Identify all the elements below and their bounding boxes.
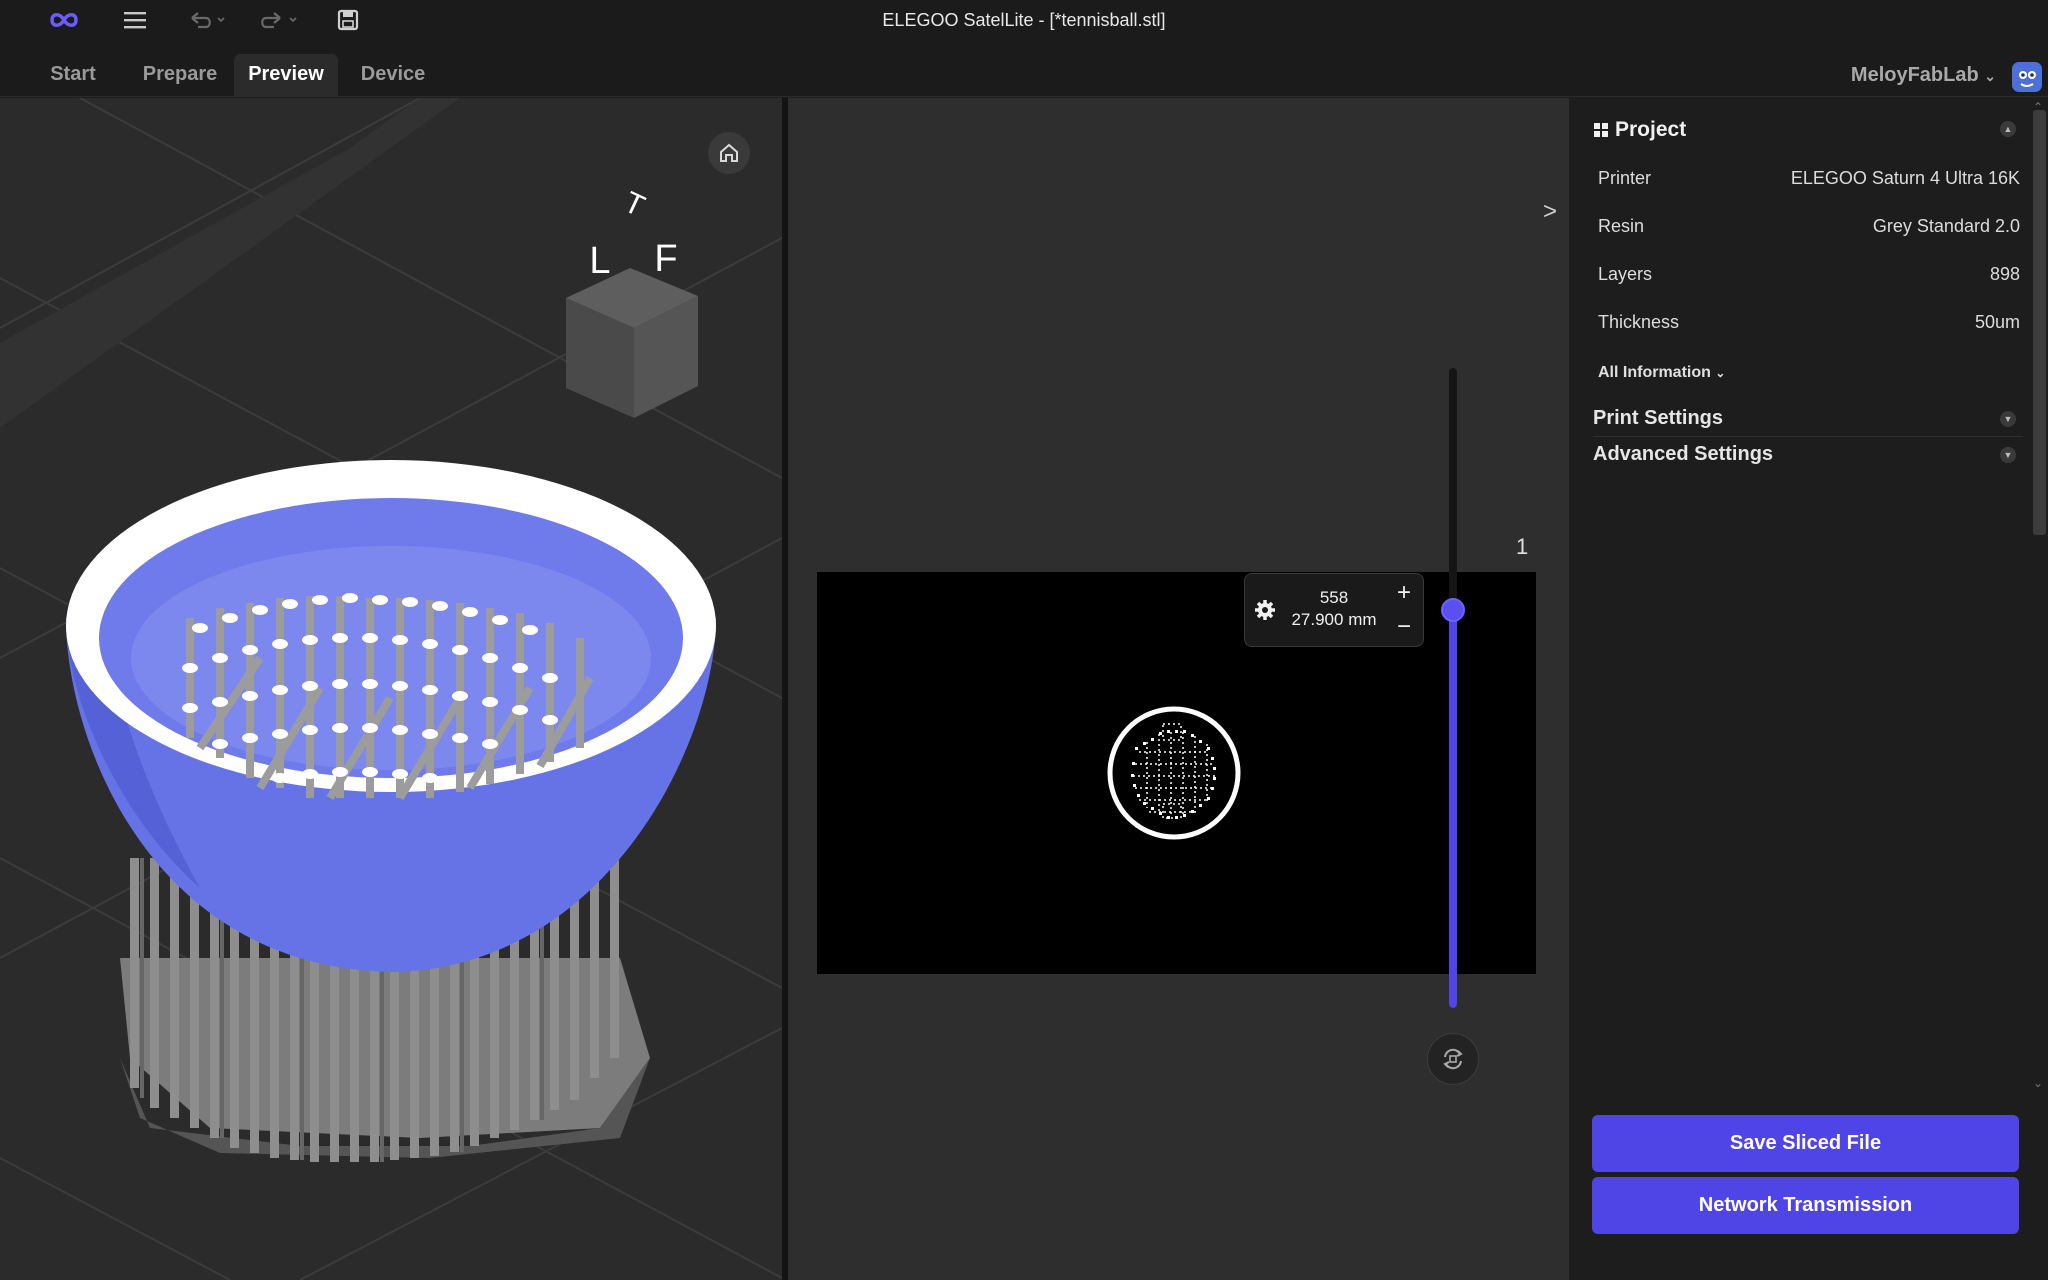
project-header[interactable]: Project bbox=[1593, 118, 1686, 142]
print-settings-header[interactable]: Print Settings bbox=[1593, 407, 1723, 430]
sync-view-button[interactable] bbox=[1427, 1033, 1479, 1085]
current-layer-height: 27.900 mm bbox=[1291, 610, 1377, 629]
scroll-down-icon[interactable]: ⌄ bbox=[2033, 1076, 2043, 1090]
current-layer-number: 558 bbox=[1319, 588, 1349, 607]
undo-icon[interactable] bbox=[184, 6, 228, 34]
layer-increment-button[interactable]: + bbox=[1393, 581, 1415, 605]
all-information-label: All Information bbox=[1598, 364, 1711, 381]
window-title: ELEGOO SatelLite - [*tennisball.stl] bbox=[882, 10, 1166, 30]
section-divider bbox=[1593, 436, 2023, 437]
collapse-project-icon[interactable]: ▲ bbox=[2000, 121, 2016, 137]
layer-decrement-button[interactable]: − bbox=[1393, 615, 1415, 639]
infinity-logo-icon[interactable] bbox=[44, 6, 84, 34]
info-row-resin: Resin Grey Standard 2.0 bbox=[1598, 216, 2020, 242]
model-viewport[interactable]: T L F bbox=[0, 98, 782, 1280]
cube-left-label: L bbox=[589, 240, 611, 282]
thickness-value: 50um bbox=[1974, 312, 2020, 332]
tab-bar: Start Prepare Preview Device bbox=[0, 40, 2048, 97]
layer-slider-fill bbox=[1449, 610, 1457, 1008]
network-transmission-button[interactable]: Network Transmission bbox=[1592, 1177, 2019, 1234]
user-name: MeloyFabLab bbox=[1850, 64, 1979, 86]
tab-preview[interactable]: Preview bbox=[234, 54, 338, 97]
hamburger-menu-icon[interactable] bbox=[120, 6, 150, 34]
info-row-thickness: Thickness 50um bbox=[1598, 312, 2020, 338]
layer-slider-handle[interactable] bbox=[1441, 598, 1465, 622]
tab-prepare[interactable]: Prepare bbox=[130, 54, 230, 97]
chevron-down-icon: ⌄ bbox=[1984, 68, 1996, 84]
project-title: Project bbox=[1615, 118, 1687, 141]
resin-value: Grey Standard 2.0 bbox=[1872, 216, 2020, 236]
printer-label: Printer bbox=[1598, 168, 1652, 188]
info-row-printer: Printer ELEGOO Saturn 4 Ultra 16K bbox=[1598, 168, 2020, 194]
slice-layer-canvas bbox=[817, 572, 1536, 974]
expand-print-settings-icon[interactable]: ▼ bbox=[2000, 411, 2016, 427]
scroll-up-icon[interactable]: ⌃ bbox=[2033, 100, 2043, 114]
layer-info-popup: 558 27.900 mm + − bbox=[1244, 573, 1424, 647]
view-cube[interactable] bbox=[566, 268, 698, 418]
all-information-toggle[interactable]: All Information ⌄ bbox=[1598, 364, 1725, 382]
expand-panel-arrow[interactable]: > bbox=[1543, 198, 1557, 226]
resin-label: Resin bbox=[1598, 216, 1645, 236]
printer-value: ELEGOO Saturn 4 Ultra 16K bbox=[1790, 168, 2020, 188]
user-menu[interactable]: MeloyFabLab ⌄ bbox=[1851, 64, 1996, 87]
panel-scrollbar-thumb[interactable] bbox=[2033, 110, 2046, 535]
cube-front-label: F bbox=[654, 238, 678, 280]
save-sliced-file-button[interactable]: Save Sliced File bbox=[1592, 1115, 2019, 1172]
slider-top-layer-label: 1 bbox=[1516, 534, 1529, 559]
tab-device[interactable]: Device bbox=[350, 54, 436, 97]
layer-image bbox=[1107, 706, 1241, 840]
home-icon bbox=[720, 143, 738, 162]
advanced-settings-header[interactable]: Advanced Settings bbox=[1593, 443, 1773, 466]
project-grid-icon bbox=[1594, 123, 1608, 137]
avatar[interactable] bbox=[2012, 62, 2042, 92]
title-bar: ELEGOO SatelLite - [*tennisball.stl] bbox=[0, 0, 2048, 40]
sync-view-icon bbox=[1443, 1048, 1463, 1070]
thickness-label: Thickness bbox=[1598, 312, 1680, 332]
expand-advanced-settings-icon[interactable]: ▼ bbox=[2000, 447, 2016, 463]
info-row-layers: Layers 898 bbox=[1598, 264, 2020, 290]
gear-icon[interactable] bbox=[1251, 596, 1279, 624]
save-disk-icon[interactable] bbox=[335, 6, 361, 34]
layers-value: 898 bbox=[1989, 264, 2020, 284]
layers-label: Layers bbox=[1598, 264, 1653, 284]
tab-start[interactable]: Start bbox=[30, 54, 116, 97]
chevron-down-icon: ⌄ bbox=[1715, 366, 1726, 380]
redo-icon[interactable] bbox=[256, 6, 300, 34]
home-view-button[interactable] bbox=[708, 132, 750, 174]
